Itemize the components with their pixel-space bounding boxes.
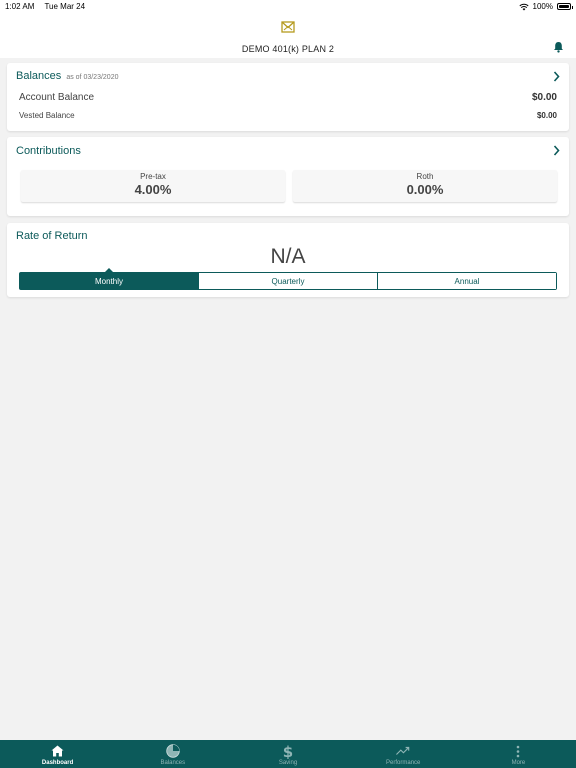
vested-balance-label: Vested Balance	[19, 111, 75, 120]
bell-icon[interactable]	[553, 41, 564, 53]
envelope-logo-icon	[281, 21, 295, 33]
status-bar: 1:02 AM Tue Mar 24 100%	[0, 0, 576, 13]
roth-value: 0.00%	[406, 182, 444, 197]
tab-performance[interactable]: Performance	[346, 740, 461, 768]
pretax-value: 4.00%	[134, 182, 172, 197]
balances-title-text: Balances	[16, 70, 62, 82]
battery-percent: 100%	[532, 2, 553, 11]
plan-title: DEMO 401(k) PLAN 2	[241, 44, 335, 54]
tab-balances-label: Balances	[160, 760, 186, 766]
tab-more-label: More	[511, 760, 526, 766]
rate-of-return-title: Rate of Return	[16, 230, 88, 242]
home-icon	[51, 745, 64, 757]
tab-performance-label: Performance	[386, 760, 421, 766]
trend-icon	[396, 746, 410, 755]
chevron-right-icon[interactable]	[553, 71, 560, 82]
balances-card[interactable]: Balances as of 03/23/2020 Account Balanc…	[7, 63, 569, 131]
app-header: DEMO 401(k) PLAN 2	[0, 13, 576, 58]
status-date: Tue Mar 24	[44, 2, 86, 11]
balances-as-of: as of 03/23/2020	[66, 74, 119, 81]
period-segmented-control: Monthly Quarterly Annual	[19, 272, 557, 290]
status-time: 1:02 AM	[5, 2, 35, 11]
pretax-label: Pre-tax	[140, 172, 166, 181]
account-balance-label: Account Balance	[19, 92, 95, 103]
rate-of-return-card: Rate of Return N/A Monthly Quarterly Ann…	[7, 223, 569, 297]
tab-dashboard-label: Dashboard	[41, 760, 74, 766]
pretax-contribution: Pre-tax 4.00%	[21, 170, 285, 202]
pie-icon	[166, 744, 180, 758]
battery-icon	[557, 3, 573, 10]
vested-balance-value: $0.00	[536, 111, 557, 120]
tab-balances[interactable]: Balances	[115, 740, 230, 768]
contributions-card[interactable]: Contributions Pre-tax 4.00% Roth 0.00%	[7, 137, 569, 216]
rate-of-return-value: N/A	[270, 245, 306, 268]
tab-more[interactable]: More	[461, 740, 576, 768]
balances-title: Balances as of 03/23/2020	[16, 70, 118, 82]
tab-bar: Dashboard Balances $ Saving Performance	[0, 740, 576, 768]
contributions-title: Contributions	[16, 145, 81, 157]
wifi-icon	[518, 3, 529, 10]
more-icon	[517, 745, 520, 757]
tab-saving[interactable]: $ Saving	[230, 740, 345, 768]
account-balance-value: $0.00	[531, 92, 557, 103]
svg-text:$: $	[283, 744, 293, 759]
period-monthly-button[interactable]: Monthly	[20, 273, 199, 289]
roth-label: Roth	[416, 172, 434, 181]
tab-dashboard[interactable]: Dashboard	[0, 740, 115, 768]
period-annual-button[interactable]: Annual	[378, 273, 556, 289]
dollar-icon: $	[283, 744, 293, 759]
tab-saving-label: Saving	[278, 760, 298, 766]
period-quarterly-button[interactable]: Quarterly	[199, 273, 378, 289]
chevron-right-icon[interactable]	[553, 145, 560, 156]
roth-contribution: Roth 0.00%	[293, 170, 557, 202]
